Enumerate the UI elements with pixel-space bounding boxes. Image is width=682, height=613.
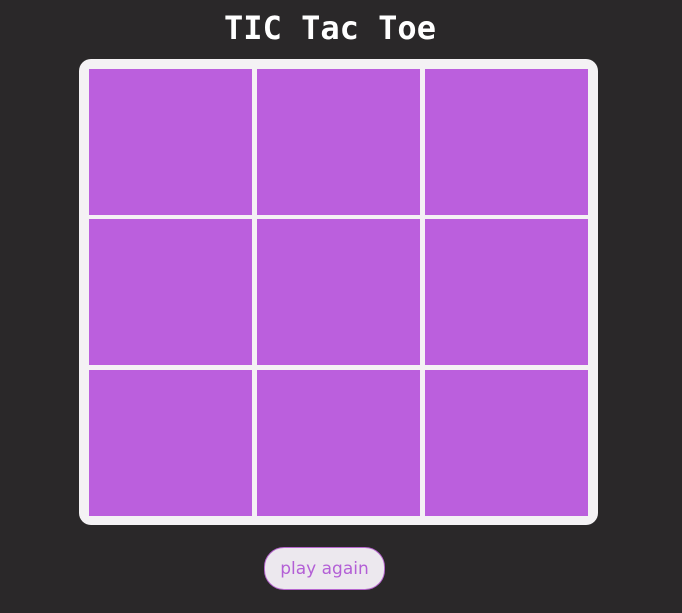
cell-mark-5 [257,219,420,365]
cell-mark-6 [425,219,588,365]
cell-mark-8 [257,370,420,516]
board-cell-2[interactable] [257,69,420,215]
cell-mark-7 [89,370,252,516]
board-cell-6[interactable] [425,219,588,365]
cell-mark-3 [425,69,588,215]
cell-mark-1 [89,69,252,215]
cell-mark-4 [89,219,252,365]
board-cell-4[interactable] [89,219,252,365]
cell-mark-9 [425,370,588,516]
board-cell-3[interactable] [425,69,588,215]
game-title: TIC Tac Toe [224,9,436,47]
game-board [79,59,598,525]
play-again-button[interactable]: play again [264,547,385,590]
board-cell-8[interactable] [257,370,420,516]
board-cell-9[interactable] [425,370,588,516]
board-cell-5[interactable] [257,219,420,365]
board-cell-7[interactable] [89,370,252,516]
cell-mark-2 [257,69,420,215]
board-cell-1[interactable] [89,69,252,215]
